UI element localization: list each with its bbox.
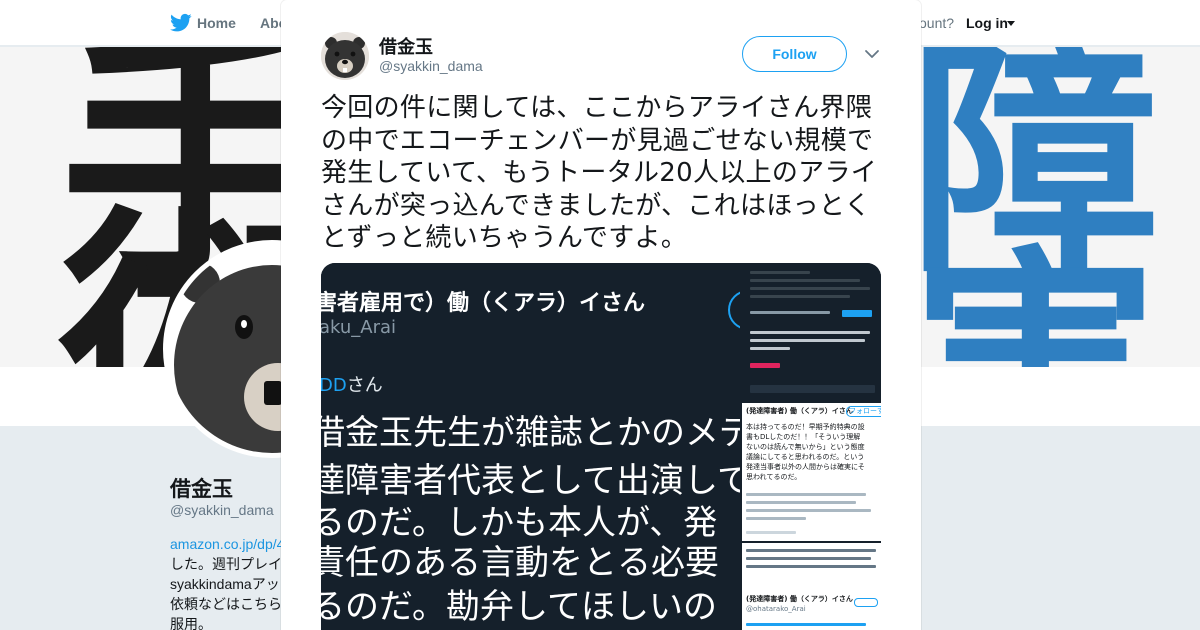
thumb-handle: @ohatarako_Arai <box>746 605 806 613</box>
thumb-body-line: 発達当事者以外の人間からは確実にそ <box>746 463 865 471</box>
media-photo-main[interactable]: 害者雇用で）働（くアラ）イさん aku_Arai DDさん 借金玉先生が雑誌とか… <box>321 263 740 630</box>
thumb-line <box>746 623 866 626</box>
thumb-line <box>746 501 856 504</box>
profile-name: 借金玉 <box>170 478 233 501</box>
thumb-line <box>750 339 865 342</box>
thumb-follow: フォローする <box>846 406 881 417</box>
profile-bio: amazon.co.jp/dp/4 した。週刊プレイ syakkindamaアッ… <box>170 534 284 630</box>
follow-button[interactable]: Follow <box>742 36 847 72</box>
screenshot-body-line: るのだ。勘弁してほしいの <box>321 587 717 627</box>
thumb-line <box>746 517 806 520</box>
thumb-line <box>750 331 870 334</box>
screenshot-display-name: 害者雇用で）働（くアラ）イさん <box>321 291 646 316</box>
thumb-line <box>746 531 796 534</box>
chevron-down-icon[interactable] <box>864 47 880 61</box>
thumb-line <box>750 295 850 298</box>
thumb-body-line: 本は持ってるのだ！早期予約特典の設 <box>746 423 865 431</box>
thumb-line <box>750 279 860 282</box>
banner-glyph: 害 <box>910 247 1160 368</box>
bear-avatar-icon <box>321 32 369 80</box>
bio-line: 依頼などはこちら <box>170 596 282 612</box>
thumb-line <box>746 493 866 496</box>
profile-handle: @syakkin_dama <box>170 502 274 518</box>
thumb-line <box>750 347 790 350</box>
screenshot-handle: aku_Arai <box>321 317 397 338</box>
bio-line: した。週刊プレイ <box>170 556 282 572</box>
thumb-name: (発達障害者) 働（くアラ）イさん <box>746 407 853 415</box>
thumb-line <box>746 549 876 552</box>
media-thumbnails: (発達障害者) 働（くアラ）イさん フォローする 本は持ってるのだ！早期予約特典… <box>742 263 881 630</box>
tweet-media-grid: 害者雇用で）働（くアラ）イさん aku_Arai DDさん 借金玉先生が雑誌とか… <box>321 263 881 630</box>
thumb-body-line: ないのは読んで無いから」という態度 <box>746 443 865 451</box>
thumb-line <box>746 565 876 568</box>
screenshot-reply-handle: DD <box>321 375 347 396</box>
media-photo-thumb[interactable]: (発達障害者) 働（くアラ）イさん フォローする 本は持ってるのだ！早期予約特典… <box>742 403 881 541</box>
thumb-body-line: 議論にしてると思われるのだ。という <box>746 453 865 461</box>
media-photo-thumb[interactable]: (発達障害者) 働（くアラ）イさん @ohatarako_Arai <box>742 543 881 630</box>
screenshot-reply-suffix: さん <box>346 375 383 396</box>
screenshot-body-line: 借金玉先生が雑誌とかのメデ <box>321 413 740 453</box>
thumb-line <box>750 287 870 290</box>
bio-link[interactable]: amazon.co.jp/dp/4 <box>170 534 284 554</box>
thumb-line <box>750 363 780 368</box>
thumb-name: (発達障害者) 働（くアラ）イさん <box>746 595 853 603</box>
chevron-down-icon[interactable] <box>1007 21 1015 26</box>
close-icon[interactable] <box>1155 13 1177 35</box>
thumb-line <box>750 311 830 314</box>
thumb-follow <box>842 310 872 317</box>
thumb-line <box>750 385 875 393</box>
tweet-author-name[interactable]: 借金玉 <box>379 33 433 59</box>
thumb-follow <box>854 598 878 607</box>
thumb-body-line: 書もDLしたのだ！！「そういう理解 <box>746 433 861 441</box>
bio-line: 服用。 <box>170 616 212 630</box>
nav-home-link[interactable]: Home <box>197 15 236 31</box>
tweet-text: 今回の件に関しては、ここからアライさん界隈の中でエコーチェンバーが見過ごせない規… <box>321 93 878 253</box>
tweet-author-avatar[interactable] <box>321 32 369 80</box>
thumb-body-line: 思われてるのだ。 <box>746 473 802 481</box>
bio-line: syakkindamaアッ <box>170 576 280 592</box>
screenshot-reply-to: DDさん <box>321 371 383 397</box>
thumb-line <box>746 509 871 512</box>
login-link[interactable]: Log in <box>966 15 1008 31</box>
screenshot-body-line: 責任のある言動をとる必要 <box>321 543 719 583</box>
thumb-line <box>746 557 871 560</box>
screenshot-follow-ring <box>728 290 740 330</box>
media-photo-thumb[interactable] <box>742 263 881 401</box>
tweet-modal: 借金玉 @syakkin_dama Follow 今回の件に関しては、ここからア… <box>281 0 921 630</box>
thumb-line <box>750 271 810 274</box>
tweet-author-handle[interactable]: @syakkin_dama <box>379 58 483 74</box>
twitter-bird-icon[interactable] <box>170 13 192 33</box>
